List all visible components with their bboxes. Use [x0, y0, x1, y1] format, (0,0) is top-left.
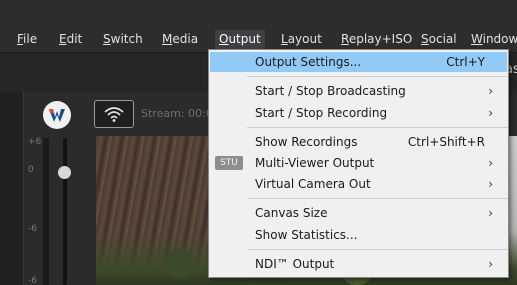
scale-label-plus6: +6: [28, 137, 42, 147]
menu-item-show-statistics-label: Show Statistics...: [255, 228, 358, 242]
menu-item-ndi-output-label: NDI™ Output: [255, 257, 335, 271]
menu-switch-accel: S: [103, 32, 111, 46]
submenu-arrow-icon: ›: [488, 156, 493, 170]
scale-label-zero: 0: [28, 165, 34, 175]
volume-slider-knob[interactable]: [58, 166, 71, 179]
menu-item-start-stop-broadcasting[interactable]: Start / Stop Broadcasting ›: [210, 81, 507, 101]
output-menu-dropdown: Output Settings... Ctrl+Y Start / Stop B…: [208, 49, 509, 278]
menu-item-show-recordings[interactable]: Show Recordings Ctrl+Shift+R: [210, 132, 507, 152]
menu-media[interactable]: Media: [162, 32, 198, 49]
menu-replay-iso-accel: R: [341, 32, 349, 46]
menu-edit-label: dit: [66, 32, 83, 46]
menu-item-start-stop-recording-label: Start / Stop Recording: [255, 106, 388, 120]
menu-media-accel: M: [162, 32, 173, 46]
studio-badge: STU: [215, 156, 243, 170]
submenu-arrow-icon: ›: [488, 106, 493, 120]
menu-edit-accel: E: [59, 32, 67, 46]
menu-item-output-settings[interactable]: Output Settings... Ctrl+Y: [210, 52, 507, 72]
menu-bar: File Edit Switch Media Output Layout Rep…: [0, 0, 517, 52]
wirecast-w-icon: [49, 109, 65, 122]
menu-social[interactable]: Social: [421, 32, 457, 49]
menu-window[interactable]: Window: [471, 32, 517, 49]
scale-label-minus6-bottom: -6: [28, 276, 37, 285]
menu-item-start-stop-broadcasting-label: Start / Stop Broadcasting: [255, 84, 406, 98]
menu-item-multi-viewer-output[interactable]: STU Multi-Viewer Output ›: [210, 153, 507, 173]
stream-toggle-button[interactable]: [94, 100, 134, 128]
menu-social-label: ocial: [428, 32, 457, 46]
volume-slider-track[interactable]: [63, 138, 67, 285]
menu-separator: [247, 127, 508, 128]
menu-item-show-statistics[interactable]: Show Statistics...: [210, 225, 507, 245]
menu-item-show-recordings-label: Show Recordings: [255, 135, 358, 149]
menu-item-ndi-output[interactable]: NDI™ Output ›: [210, 254, 507, 274]
menu-separator: [247, 198, 508, 199]
menu-replay-iso[interactable]: Replay+ISO: [341, 32, 412, 49]
menu-social-accel: S: [421, 32, 429, 46]
menu-layout[interactable]: Layout: [281, 32, 322, 49]
menu-item-start-stop-recording[interactable]: Start / Stop Recording ›: [210, 103, 507, 123]
menu-edit[interactable]: Edit: [59, 32, 82, 49]
submenu-arrow-icon: ›: [488, 206, 493, 220]
menu-output-label: utput: [228, 32, 261, 46]
left-side-panel: [0, 92, 23, 285]
menu-replay-iso-label: eplay+ISO: [348, 32, 413, 46]
broadcast-wifi-icon: [104, 107, 124, 122]
scale-label-minus6: -6: [28, 224, 37, 234]
menu-window-label: indow: [482, 32, 517, 46]
menu-separator: [247, 249, 508, 250]
menu-separator: [247, 76, 508, 77]
menu-window-accel: W: [471, 32, 483, 46]
menu-item-output-settings-label: Output Settings...: [255, 55, 362, 69]
menu-file[interactable]: File: [17, 32, 37, 49]
menu-output[interactable]: Output: [215, 30, 265, 50]
menu-layout-accel: L: [281, 32, 288, 46]
menu-item-multi-viewer-output-label: Multi-Viewer Output: [255, 156, 375, 170]
menu-layout-label: ayout: [287, 32, 322, 46]
submenu-arrow-icon: ›: [488, 257, 493, 271]
menu-item-canvas-size[interactable]: Canvas Size ›: [210, 203, 507, 223]
audio-meter: [43, 138, 49, 285]
menu-switch[interactable]: Switch: [103, 32, 143, 49]
menu-file-label: ile: [23, 32, 38, 46]
menu-media-label: edia: [172, 32, 199, 46]
wirecast-logo-icon[interactable]: [43, 101, 71, 129]
submenu-arrow-icon: ›: [488, 84, 493, 98]
menu-item-virtual-camera-out-label: Virtual Camera Out: [255, 177, 371, 191]
menu-item-show-recordings-shortcut: Ctrl+Shift+R: [407, 135, 485, 149]
submenu-arrow-icon: ›: [488, 177, 493, 191]
menu-item-virtual-camera-out[interactable]: Virtual Camera Out ›: [210, 174, 507, 194]
menu-item-output-settings-shortcut: Ctrl+Y: [446, 55, 485, 69]
menu-item-canvas-size-label: Canvas Size: [255, 206, 328, 220]
menu-switch-label: witch: [110, 32, 143, 46]
